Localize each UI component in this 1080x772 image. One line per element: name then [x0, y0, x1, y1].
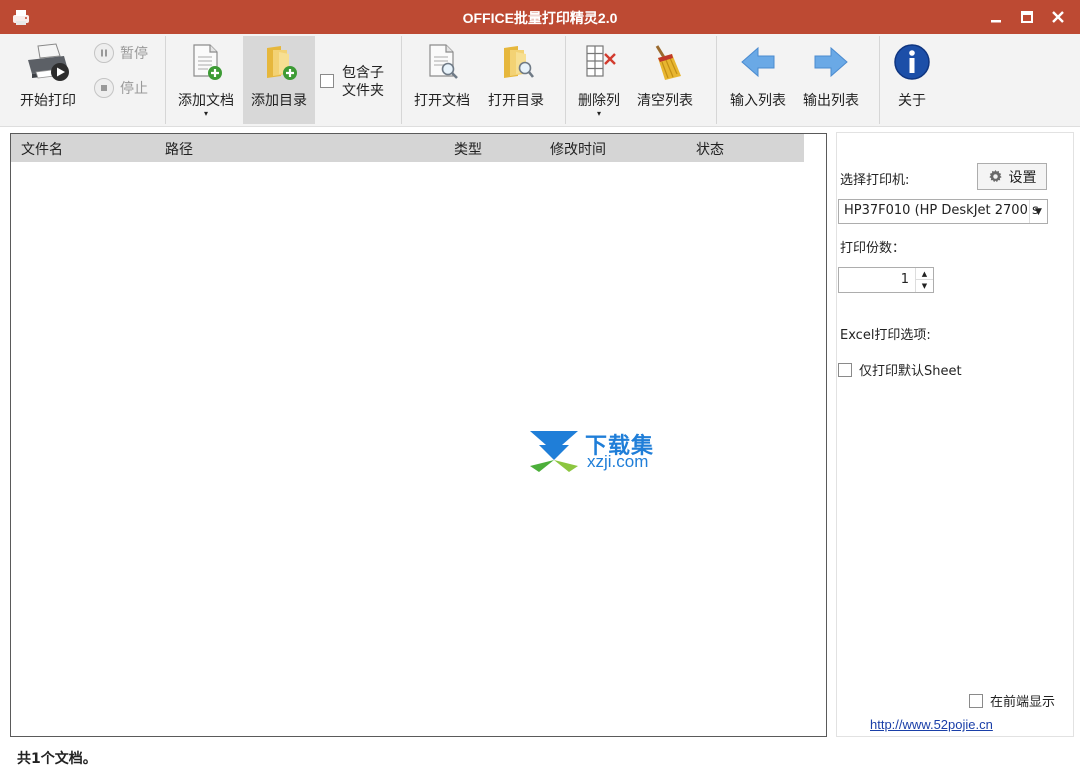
- always-on-top-checkbox[interactable]: 在前端显示: [969, 691, 1055, 710]
- watermark-logo-icon: [530, 431, 578, 472]
- clear-list-label: 清空列表: [637, 93, 693, 109]
- export-list-label: 输出列表: [803, 93, 859, 109]
- toolbar-separator: [165, 36, 166, 124]
- column-header-modified[interactable]: 修改时间: [550, 139, 606, 159]
- toolbar: 开始打印 暂停 停止 添加文档 ▾ 添加目录 包含子文件夹 打开文档 打开目录 …: [0, 34, 1080, 127]
- delete-column-icon: [586, 45, 616, 77]
- minimize-icon: [991, 20, 1001, 23]
- printer-select-value: HP37F010 (HP DeskJet 2700 s: [844, 203, 1039, 218]
- add-folder-icon: [267, 46, 297, 80]
- about-label: 关于: [898, 93, 926, 109]
- title-bar: OFFICE批量打印精灵2.0: [0, 0, 1080, 34]
- clear-list-button[interactable]: 清空列表: [632, 36, 698, 124]
- chevron-down-icon[interactable]: ▾: [172, 110, 240, 118]
- add-document-button[interactable]: 添加文档 ▾: [172, 36, 240, 124]
- import-list-label: 输入列表: [730, 93, 786, 109]
- export-list-button[interactable]: 输出列表: [796, 36, 866, 124]
- open-folder-icon: [504, 46, 535, 78]
- start-print-label: 开始打印: [20, 93, 76, 109]
- broom-icon: [655, 45, 681, 80]
- toolbar-separator: [565, 36, 566, 124]
- spin-buttons[interactable]: ▲ ▼: [915, 268, 933, 292]
- column-header-status[interactable]: 状态: [696, 139, 724, 159]
- decrement-icon[interactable]: ▼: [916, 280, 933, 292]
- pause-button[interactable]: 暂停: [94, 42, 148, 64]
- copies-value[interactable]: 1: [901, 272, 909, 287]
- only-default-sheet-label: 仅打印默认Sheet: [859, 364, 962, 379]
- info-icon: [894, 44, 930, 80]
- arrow-left-icon: [741, 46, 775, 78]
- delete-column-button[interactable]: 删除列 ▾: [570, 36, 628, 124]
- add-directory-button[interactable]: 添加目录: [243, 36, 315, 124]
- select-printer-label: 选择打印机:: [840, 173, 910, 188]
- add-directory-label: 添加目录: [251, 93, 307, 109]
- chevron-down-icon[interactable]: ▾: [570, 110, 628, 118]
- window-title: OFFICE批量打印精灵2.0: [462, 10, 618, 26]
- add-document-label: 添加文档: [178, 93, 234, 109]
- toolbar-separator: [716, 36, 717, 124]
- watermark-url: xzji.com: [587, 452, 649, 471]
- file-list[interactable]: 文件名 路径 类型 修改时间 状态: [10, 133, 827, 737]
- website-link[interactable]: http://www.52pojie.cn: [870, 717, 993, 732]
- checkbox-box[interactable]: [969, 693, 983, 708]
- minimize-button[interactable]: [980, 0, 1012, 34]
- column-header-type[interactable]: 类型: [454, 139, 482, 159]
- pause-icon: [94, 43, 114, 63]
- pause-label: 暂停: [120, 46, 148, 62]
- stop-button[interactable]: 停止: [94, 77, 148, 99]
- print-options-panel: 选择打印机: 设置 HP37F010 (HP DeskJet 2700 s ▼ …: [836, 132, 1074, 737]
- about-button[interactable]: 关于: [884, 36, 940, 124]
- settings-button[interactable]: 设置: [977, 163, 1047, 190]
- open-directory-button[interactable]: 打开目录: [481, 36, 551, 124]
- close-button[interactable]: [1042, 0, 1074, 34]
- checkbox-box[interactable]: [838, 362, 852, 377]
- copies-stepper[interactable]: 1 ▲ ▼: [838, 267, 934, 293]
- import-list-button[interactable]: 输入列表: [724, 36, 792, 124]
- add-document-icon: [193, 44, 222, 80]
- always-on-top-label: 在前端显示: [990, 695, 1056, 710]
- open-document-label: 打开文档: [414, 93, 470, 109]
- arrow-right-icon: [814, 46, 848, 78]
- printer-select[interactable]: HP37F010 (HP DeskJet 2700 s ▼: [838, 199, 1048, 224]
- watermark: 下载集 xzji.com: [527, 428, 677, 476]
- open-directory-label: 打开目录: [488, 93, 544, 109]
- column-header-path[interactable]: 路径: [165, 139, 193, 159]
- include-subfolders-label: 包含子文件夹: [342, 65, 384, 99]
- only-default-sheet-checkbox[interactable]: 仅打印默认Sheet: [838, 360, 962, 379]
- include-subfolders-checkbox[interactable]: 包含子文件夹: [320, 64, 392, 104]
- chevron-down-icon[interactable]: ▼: [1029, 200, 1047, 223]
- close-icon: [1052, 11, 1064, 23]
- maximize-icon: [1021, 11, 1033, 23]
- checkbox-box[interactable]: [320, 74, 334, 88]
- start-print-button[interactable]: 开始打印: [10, 36, 86, 124]
- toolbar-separator: [401, 36, 402, 124]
- toolbar-separator: [879, 36, 880, 124]
- stop-label: 停止: [120, 81, 148, 97]
- file-list-header: 文件名 路径 类型 修改时间 状态: [11, 134, 804, 162]
- settings-label: 设置: [1008, 169, 1037, 186]
- open-document-icon: [429, 44, 458, 79]
- delete-column-label: 删除列: [578, 93, 620, 109]
- maximize-button[interactable]: [1011, 0, 1043, 34]
- column-header-filename[interactable]: 文件名: [21, 139, 63, 159]
- open-document-button[interactable]: 打开文档: [408, 36, 476, 124]
- stop-icon: [94, 78, 114, 98]
- excel-options-label: Excel打印选项:: [840, 328, 931, 343]
- gear-icon: [988, 169, 1002, 183]
- copies-label: 打印份数：: [840, 241, 906, 256]
- increment-icon[interactable]: ▲: [916, 268, 933, 280]
- status-text: 共1个文档。: [17, 751, 97, 767]
- printer-icon: [28, 43, 69, 81]
